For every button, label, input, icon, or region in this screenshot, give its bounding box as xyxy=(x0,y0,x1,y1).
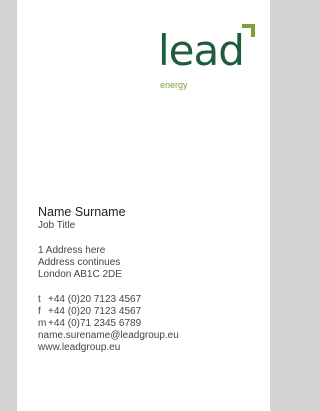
person-name: Name Surname xyxy=(38,205,126,219)
address-line: Address continues xyxy=(38,257,121,268)
lead-energy-logo: lead energy xyxy=(158,20,258,100)
mobile-line: m +44 (0)71 2345 6789 xyxy=(38,318,258,330)
logo-corner-icon xyxy=(242,24,255,37)
phone-prefix: m xyxy=(38,318,47,329)
phone-prefix: t xyxy=(38,294,41,305)
job-title: Job Title xyxy=(38,220,76,231)
address-line: 1 Address here xyxy=(38,245,106,256)
logo-subtitle: energy xyxy=(160,80,188,90)
phone-number: +44 (0)71 2345 6789 xyxy=(48,318,142,329)
phone-block: t +44 (0)20 7123 4567 f +44 (0)20 7123 4… xyxy=(38,294,258,354)
logo-wordmark: lead xyxy=(158,26,245,75)
phone-number: +44 (0)20 7123 4567 xyxy=(48,294,142,305)
address-block: 1 Address here Address continues London … xyxy=(38,245,258,281)
website-url: www.leadgroup.eu xyxy=(38,342,121,353)
fax-line: f +44 (0)20 7123 4567 xyxy=(38,306,258,318)
telephone-line: t +44 (0)20 7123 4567 xyxy=(38,294,258,306)
contact-block: Name Surname Job Title 1 Address here Ad… xyxy=(38,205,258,354)
phone-prefix: f xyxy=(38,306,41,317)
business-card: lead energy Name Surname Job Title 1 Add… xyxy=(17,0,270,411)
address-line: London AB1C 2DE xyxy=(38,269,122,280)
phone-number: +44 (0)20 7123 4567 xyxy=(48,306,142,317)
email-address: name.surename@leadgroup.eu xyxy=(38,330,179,341)
